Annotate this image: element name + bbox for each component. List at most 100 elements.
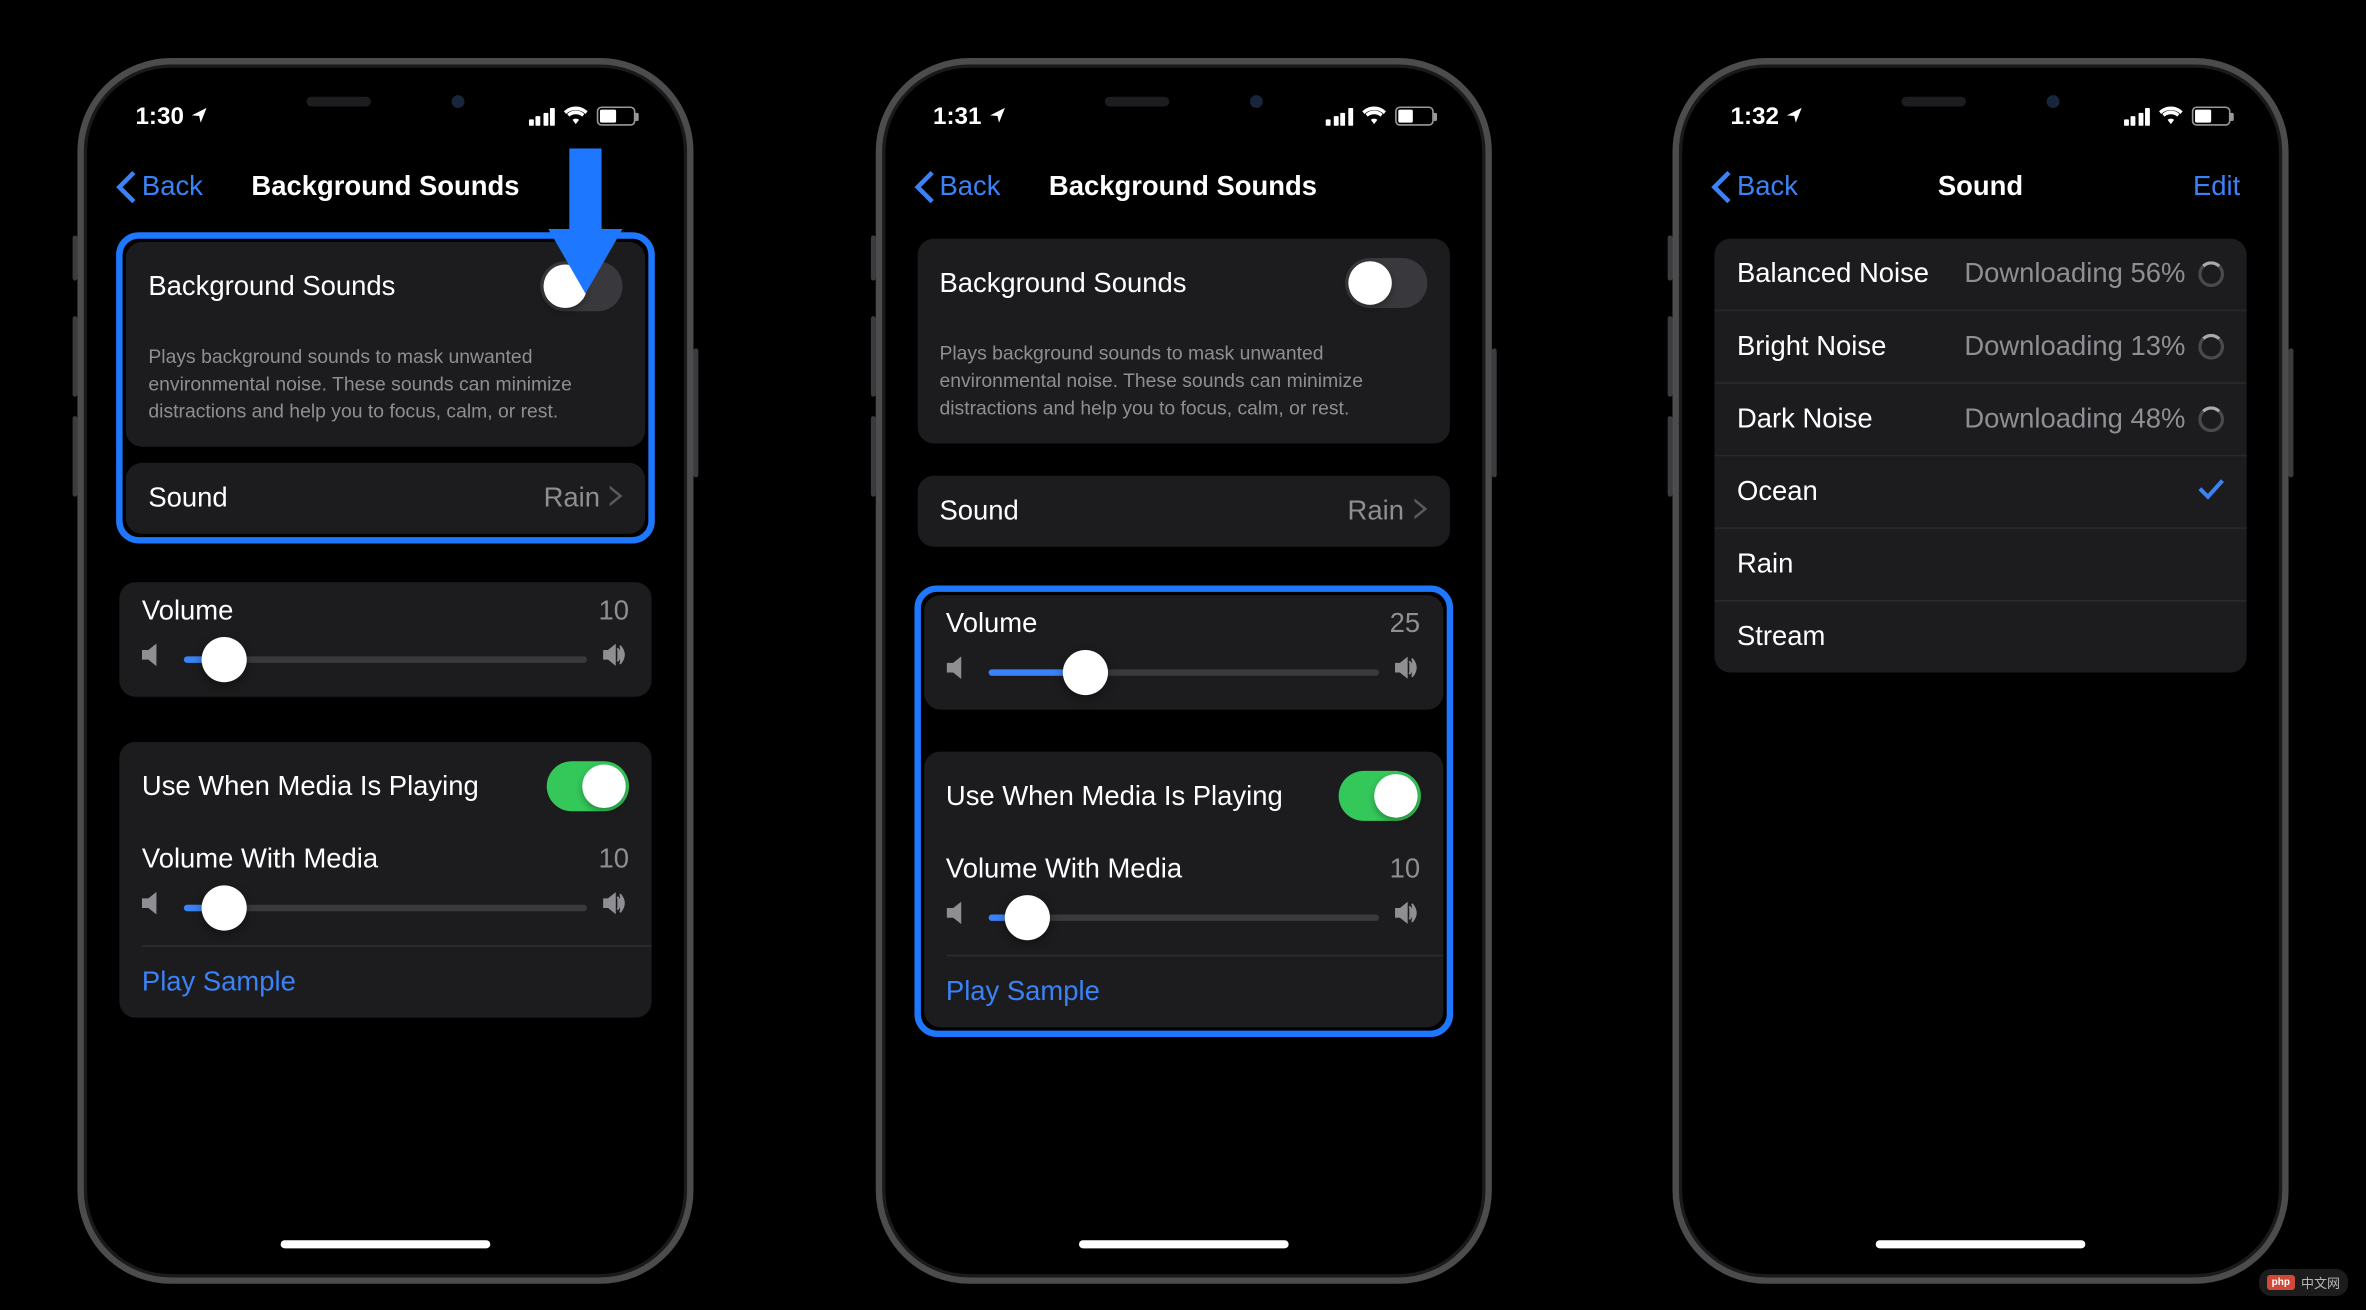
- volume-label: Volume: [946, 609, 1037, 641]
- play-sample-button[interactable]: Play Sample: [119, 947, 651, 1018]
- sound-list: Balanced Noise Downloading 56% Bright No…: [1714, 239, 2246, 673]
- signal-icon: [528, 107, 555, 125]
- status-time: 1:32: [1731, 102, 1779, 129]
- wifi-icon: [2158, 102, 2184, 129]
- sound-select-group: Sound Rain: [126, 464, 645, 535]
- volume-label: Volume: [142, 596, 233, 628]
- signal-icon: [1326, 107, 1353, 125]
- media-group: Use When Media Is Playing Volume With Me…: [923, 752, 1442, 1028]
- watermark-badge: php: [2267, 1275, 2295, 1290]
- home-indicator[interactable]: [1078, 1240, 1288, 1248]
- spinner-icon: [2198, 334, 2224, 360]
- volume-low-icon: [142, 893, 168, 924]
- volume-low-icon: [946, 902, 972, 933]
- sound-row[interactable]: Sound Rain: [126, 464, 645, 535]
- volume-media-label: Volume With Media: [142, 844, 378, 876]
- back-button[interactable]: Back: [116, 171, 203, 203]
- back-label: Back: [142, 171, 203, 203]
- use-media-toggle[interactable]: [547, 762, 629, 812]
- back-label: Back: [1737, 171, 1798, 203]
- volume-slider[interactable]: [988, 669, 1378, 675]
- volume-media-value: 10: [598, 844, 629, 876]
- back-button[interactable]: Back: [914, 171, 1001, 203]
- bg-sounds-toggle[interactable]: [1344, 258, 1426, 308]
- sound-list-item[interactable]: Bright Noise Downloading 13%: [1714, 311, 2246, 384]
- chevron-right-icon: [1414, 496, 1427, 528]
- spinner-icon: [2198, 406, 2224, 432]
- sound-list-item[interactable]: Stream: [1714, 602, 2246, 673]
- volume-high-icon: [1394, 657, 1420, 688]
- battery-icon: [2192, 106, 2231, 125]
- phone-notch: [1054, 81, 1312, 123]
- download-status: Downloading 13%: [1964, 331, 2185, 363]
- volume-low-icon: [142, 644, 168, 675]
- volume-media-slider[interactable]: [184, 905, 587, 911]
- back-label: Back: [939, 171, 1000, 203]
- sound-row-label: Sound: [939, 496, 1018, 528]
- sound-name: Bright Noise: [1737, 331, 1886, 363]
- wifi-icon: [563, 102, 589, 129]
- volume-high-icon: [603, 644, 629, 675]
- sound-list-item[interactable]: Dark Noise Downloading 48%: [1714, 384, 2246, 457]
- location-icon: [190, 102, 208, 129]
- checkmark-icon: [2198, 477, 2224, 508]
- wifi-icon: [1360, 102, 1386, 129]
- play-sample-button[interactable]: Play Sample: [923, 957, 1442, 1028]
- battery-icon: [597, 106, 636, 125]
- bg-sounds-description: Plays background sounds to mask unwanted…: [126, 331, 645, 448]
- sound-select-group: Sound Rain: [917, 476, 1449, 547]
- back-button[interactable]: Back: [1711, 171, 1798, 203]
- sound-list-item[interactable]: Ocean: [1714, 456, 2246, 529]
- volume-high-icon: [603, 893, 629, 924]
- sound-list-item[interactable]: Balanced Noise Downloading 56%: [1714, 239, 2246, 312]
- signal-icon: [2123, 107, 2150, 125]
- sound-name: Ocean: [1737, 476, 1818, 508]
- use-media-toggle[interactable]: [1338, 772, 1420, 822]
- status-time: 1:31: [933, 102, 981, 129]
- location-icon: [988, 102, 1006, 129]
- bg-sounds-description: Plays background sounds to mask unwanted…: [917, 327, 1449, 444]
- phone-notch: [1852, 81, 2110, 123]
- media-group: Use When Media Is Playing Volume With Me…: [119, 743, 651, 1019]
- volume-group: Volume 10: [119, 583, 651, 698]
- annotation-arrow: [548, 148, 622, 301]
- watermark-text: 中文网: [2301, 1273, 2340, 1292]
- sound-row-value: Rain: [544, 483, 600, 515]
- volume-media-slider[interactable]: [988, 914, 1378, 920]
- use-media-label: Use When Media Is Playing: [142, 771, 479, 803]
- home-indicator[interactable]: [1876, 1240, 2086, 1248]
- sound-name: Dark Noise: [1737, 403, 1873, 435]
- bg-sounds-label: Background Sounds: [148, 270, 395, 302]
- phone-frame-3: 1:32 Back Sound Edit: [1672, 58, 2288, 1251]
- sound-row[interactable]: Sound Rain: [917, 476, 1449, 547]
- volume-media-value: 10: [1390, 854, 1421, 886]
- sound-row-label: Sound: [148, 483, 227, 515]
- volume-value: 10: [598, 596, 629, 628]
- volume-slider[interactable]: [184, 656, 587, 662]
- volume-value: 25: [1390, 609, 1421, 641]
- volume-low-icon: [946, 657, 972, 688]
- phone-notch: [256, 81, 514, 123]
- nav-bar: Back Sound Edit: [1695, 152, 2266, 223]
- phone-frame-2: 1:31 Back Background Sounds: [875, 58, 1491, 1251]
- battery-icon: [1394, 106, 1433, 125]
- download-status: Downloading 48%: [1964, 403, 2185, 435]
- download-status: Downloading 56%: [1964, 258, 2185, 290]
- chevron-right-icon: [610, 483, 623, 515]
- spinner-icon: [2198, 261, 2224, 287]
- phone-frame-1: 1:30 Back Background Sounds: [77, 58, 693, 1251]
- highlight-annotation-bottom: Volume 25: [914, 586, 1453, 1038]
- sound-name: Balanced Noise: [1737, 258, 1929, 290]
- volume-group: Volume 25: [923, 596, 1442, 711]
- location-icon: [1785, 102, 1803, 129]
- sound-list-item[interactable]: Rain: [1714, 529, 2246, 602]
- bg-sounds-label: Background Sounds: [939, 267, 1186, 299]
- status-time: 1:30: [135, 102, 183, 129]
- sound-name: Rain: [1737, 548, 1793, 580]
- nav-bar: Back Background Sounds: [898, 152, 1469, 223]
- watermark: php 中文网: [2259, 1269, 2348, 1296]
- edit-button[interactable]: Edit: [2193, 171, 2250, 203]
- sound-name: Stream: [1737, 621, 1825, 653]
- home-indicator[interactable]: [281, 1240, 491, 1248]
- use-media-label: Use When Media Is Playing: [946, 780, 1283, 812]
